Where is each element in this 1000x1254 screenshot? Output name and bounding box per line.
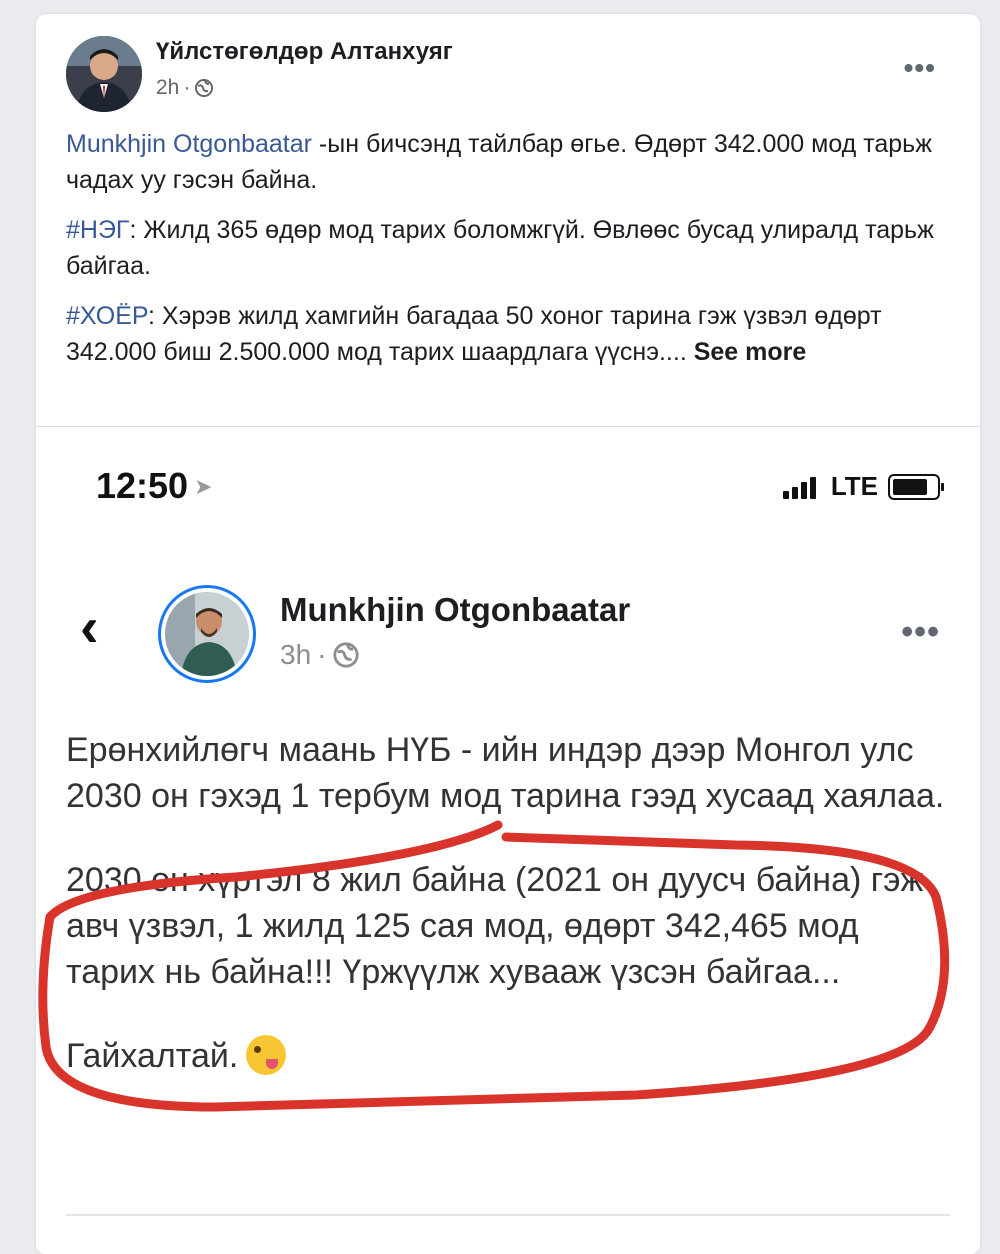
globe-icon bbox=[195, 79, 214, 97]
meta-separator: · bbox=[183, 76, 191, 99]
status-bar-indicators: LTE bbox=[782, 471, 944, 502]
hashtag-link[interactable]: #НЭГ bbox=[66, 216, 129, 244]
signal-icon bbox=[782, 475, 819, 499]
shared-author-photo bbox=[165, 592, 249, 676]
post-paragraph: #ХОЁР: Хэрэв жилд хамгийн багадаа 50 хон… bbox=[66, 298, 952, 370]
zany-face-emoji-icon bbox=[246, 1035, 287, 1075]
location-arrow-icon: ➤ bbox=[194, 474, 213, 499]
author-photo bbox=[66, 36, 142, 112]
shared-author-name: Munkhjin Otgonbaatar bbox=[280, 591, 631, 628]
shared-paragraph: Ерөнхийлөгч маань НҮБ - ийн индэр дээр М… bbox=[66, 731, 945, 815]
status-bar-time: 12:50 ➤ bbox=[96, 465, 213, 507]
post-paragraph: Munkhjin Otgonbaatar -ын бичсэнд тайлбар… bbox=[66, 126, 952, 198]
post-meta: 2h · bbox=[156, 76, 214, 100]
shared-paragraph-highlighted: 2030 он хүртэл 8 жил байна (2021 он дуус… bbox=[66, 861, 924, 991]
author-avatar[interactable] bbox=[66, 36, 142, 112]
post-card: Үйлстөгөлдөр Алтанхуяг 2h · ••• Munkhjin… bbox=[36, 14, 980, 1254]
post-options-button[interactable]: ••• bbox=[904, 52, 936, 84]
network-label: LTE bbox=[830, 471, 878, 501]
post-paragraph: #НЭГ: Жилд 365 өдөр мод тарих боломжгүй.… bbox=[66, 212, 952, 284]
shared-paragraph: Гайхалтай. bbox=[66, 1033, 950, 1079]
status-time-text: 12:50 bbox=[96, 465, 189, 506]
see-more-link[interactable]: See more bbox=[694, 338, 807, 366]
meta-separator: · bbox=[317, 639, 327, 670]
battery-icon bbox=[888, 473, 944, 500]
reactions-divider bbox=[66, 1214, 950, 1216]
globe-icon bbox=[333, 642, 360, 668]
shared-post-time: 3h bbox=[280, 639, 312, 670]
mention-link[interactable]: Munkhjin Otgonbaatar bbox=[66, 130, 312, 158]
shared-author-avatar bbox=[158, 585, 256, 683]
more-options-icon: ••• bbox=[901, 613, 940, 651]
shared-post-body: Ерөнхийлөгч маань НҮБ - ийн индэр дээр М… bbox=[66, 727, 950, 1117]
post-author-name[interactable]: Үйлстөгөлдөр Алтанхуяг bbox=[156, 38, 453, 66]
paragraph-text: : Жилд 365 өдөр мод тарих боломжгүй. Өвл… bbox=[66, 216, 934, 280]
shared-screenshot[interactable]: 12:50 ➤ LTE ‹ Munkhjin Otgonbaatar 3h · … bbox=[36, 427, 980, 1254]
post-body: Munkhjin Otgonbaatar -ын бичсэнд тайлбар… bbox=[66, 126, 952, 384]
post-time[interactable]: 2h bbox=[156, 76, 179, 100]
hashtag-link[interactable]: #ХОЁР bbox=[66, 302, 148, 330]
shared-closing-text: Гайхалтай. bbox=[66, 1037, 239, 1075]
back-chevron-icon: ‹ bbox=[80, 595, 99, 658]
shared-post-meta: 3h · bbox=[280, 639, 360, 671]
